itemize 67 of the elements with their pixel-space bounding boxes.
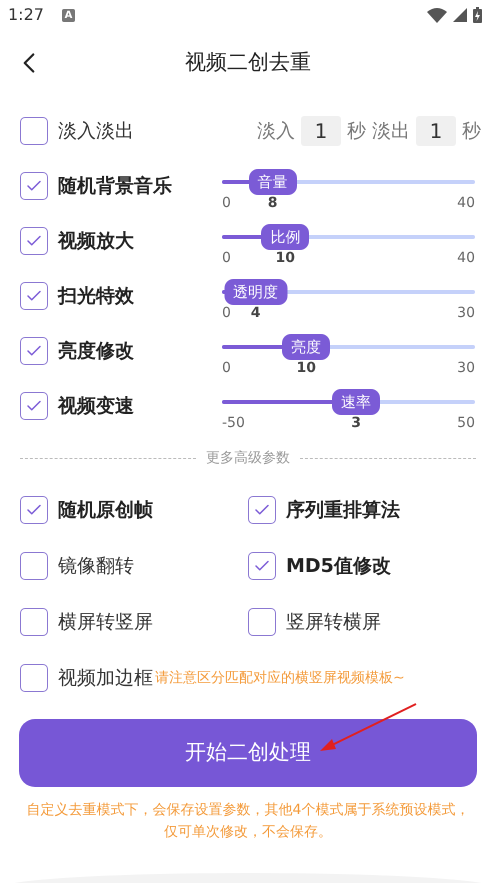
slider-value: 3 bbox=[351, 414, 361, 432]
slider-thumb[interactable]: 音量 bbox=[248, 169, 297, 195]
unit-label: 秒 bbox=[347, 118, 366, 144]
slider[interactable]: 比例 bbox=[222, 224, 475, 250]
option-label: 竖屏转横屏 bbox=[286, 610, 381, 635]
checkbox[interactable] bbox=[248, 496, 276, 524]
checkbox[interactable] bbox=[20, 392, 48, 420]
option-label: 扫光特效 bbox=[58, 285, 134, 307]
seconds-field[interactable]: 1 bbox=[301, 116, 341, 146]
option-label: 随机背景音乐 bbox=[58, 175, 172, 197]
battery-icon bbox=[473, 7, 482, 23]
slider[interactable]: 透明度 bbox=[222, 279, 475, 305]
slider-max: 40 bbox=[457, 194, 475, 212]
note-text: 自定义去重模式下，会保存设置参数，其他4个模式属于系统预设模式，仅可单次修改，不会保存。 bbox=[26, 801, 470, 842]
slider-max: 40 bbox=[457, 249, 475, 267]
slider-max: 30 bbox=[457, 359, 475, 377]
field-label: 淡出 bbox=[372, 118, 410, 144]
slider[interactable]: 速率 bbox=[222, 389, 475, 415]
start-button[interactable]: 开始二创处理 bbox=[19, 719, 477, 787]
wifi-icon bbox=[427, 8, 447, 22]
slider-value: 8 bbox=[268, 194, 278, 212]
notification-badge: A bbox=[62, 8, 75, 22]
option-label: 亮度修改 bbox=[58, 340, 134, 362]
slider-thumb[interactable]: 亮度 bbox=[282, 334, 330, 360]
option-label: 视频变速 bbox=[58, 395, 134, 417]
slider-min: 0 bbox=[222, 304, 231, 322]
checkbox[interactable] bbox=[20, 337, 48, 365]
slider-thumb[interactable]: 比例 bbox=[261, 224, 310, 250]
option-label: 序列重排算法 bbox=[286, 498, 400, 523]
unit-label: 秒 bbox=[462, 118, 481, 144]
slider[interactable]: 亮度 bbox=[222, 334, 475, 360]
slider-min: 0 bbox=[222, 249, 231, 267]
checkbox[interactable] bbox=[248, 552, 276, 580]
option-label: 随机原创帧 bbox=[58, 498, 153, 523]
checkbox[interactable] bbox=[20, 282, 48, 310]
option-label: 视频放大 bbox=[58, 230, 134, 252]
seconds-field[interactable]: 1 bbox=[416, 116, 456, 146]
slider-thumb[interactable]: 透明度 bbox=[224, 279, 288, 305]
slider-max: 50 bbox=[457, 414, 475, 432]
hint-text: 请注意区分匹配对应的横竖屏视频模板~ bbox=[155, 668, 405, 688]
checkbox[interactable] bbox=[20, 117, 48, 145]
slider-min: -50 bbox=[222, 414, 245, 432]
checkbox[interactable] bbox=[20, 227, 48, 255]
checkbox[interactable] bbox=[20, 496, 48, 524]
slider[interactable]: 音量 bbox=[222, 169, 475, 195]
option-label: 镜像翻转 bbox=[58, 554, 134, 579]
slider-min: 0 bbox=[222, 359, 231, 377]
slider-min: 0 bbox=[222, 194, 231, 212]
option-label: MD5值修改 bbox=[286, 554, 391, 579]
slider-value: 4 bbox=[250, 304, 261, 322]
status-time: 1:27 bbox=[8, 4, 44, 26]
divider-label: 更多高级参数 bbox=[206, 448, 290, 468]
checkbox[interactable] bbox=[20, 608, 48, 636]
checkbox[interactable] bbox=[20, 552, 48, 580]
slider-max: 30 bbox=[457, 304, 475, 322]
slider-value: 10 bbox=[276, 249, 295, 267]
slider-thumb[interactable]: 速率 bbox=[332, 389, 380, 415]
checkbox[interactable] bbox=[248, 608, 276, 636]
option-label: 视频加边框 bbox=[58, 666, 153, 691]
option-label: 淡入淡出 bbox=[58, 120, 134, 142]
field-label: 淡入 bbox=[257, 118, 295, 144]
signal-icon bbox=[453, 8, 467, 22]
checkbox[interactable] bbox=[20, 664, 48, 692]
page-title: 视频二创去重 bbox=[185, 48, 311, 76]
slider-value: 10 bbox=[296, 359, 316, 377]
option-label: 横屏转竖屏 bbox=[58, 610, 153, 635]
checkbox[interactable] bbox=[20, 172, 48, 200]
